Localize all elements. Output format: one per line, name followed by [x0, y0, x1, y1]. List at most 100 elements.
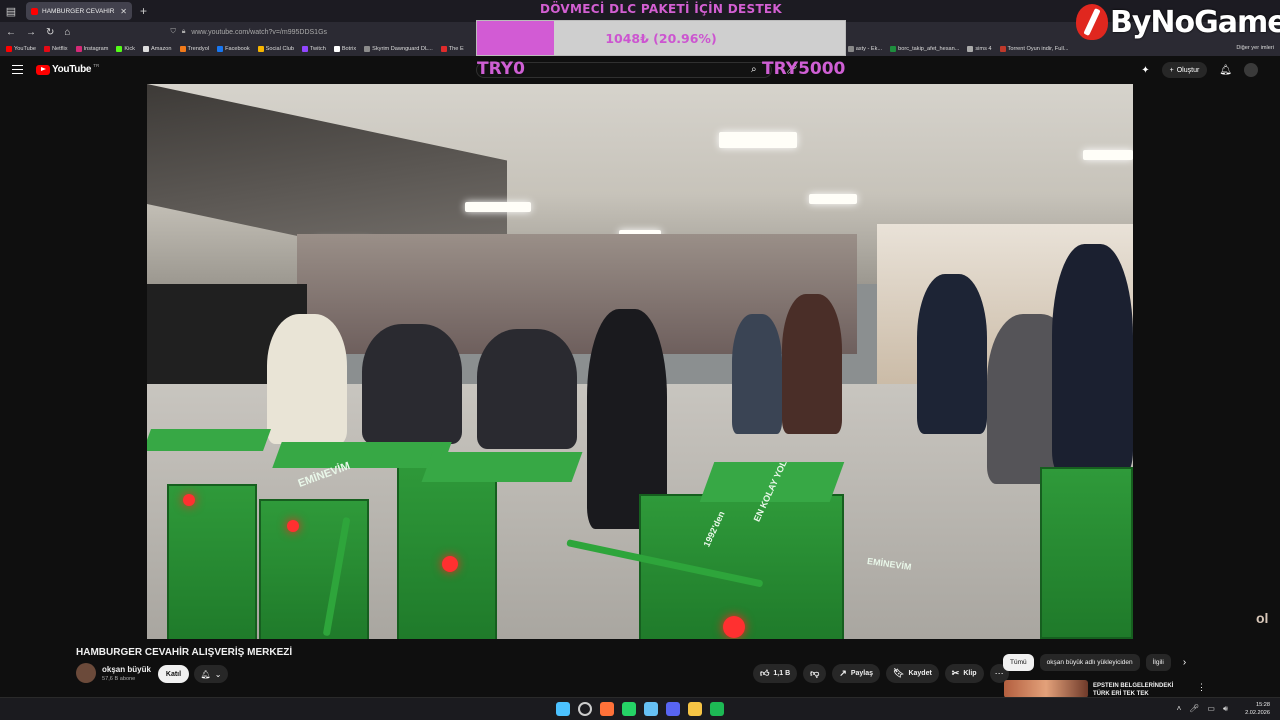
bookmark-favicon-icon — [142, 46, 149, 52]
turnstile — [1040, 467, 1133, 639]
bookmark-favicon-icon — [301, 46, 308, 52]
chevron-up-icon[interactable]: ˄ — [1177, 704, 1182, 714]
create-button[interactable]: + Oluştur — [1161, 62, 1208, 78]
tab-list-icon[interactable]: ▤ — [0, 0, 22, 22]
channel-name[interactable]: okşan büyük — [102, 665, 151, 674]
bookmark-item[interactable]: Trendyol — [179, 46, 210, 52]
video-title: HAMBURGER CEVAHİR ALIŞVERİŞ MERKEZİ — [76, 647, 293, 658]
subscription-bell-button[interactable]: 🔔︎ ⌄ — [194, 665, 228, 683]
whatsapp-icon[interactable] — [622, 702, 636, 716]
address-bar[interactable]: ⛉ 🔒︎ www.youtube.com/watch?v=/m995DDS1Gs — [170, 28, 327, 36]
spotify-icon[interactable] — [710, 702, 724, 716]
recommended-video-thumbnail[interactable] — [1004, 680, 1088, 698]
bookmark-label: Kick — [124, 46, 135, 52]
system-clock[interactable]: 15:28 2.02.2026 — [1245, 701, 1270, 717]
turnstile-top — [147, 429, 272, 451]
windows-icon[interactable] — [556, 702, 570, 716]
like-count: 1,1 B — [773, 670, 791, 677]
bookmark-favicon-icon — [217, 46, 224, 52]
bookmark-item[interactable]: borc_takip_afet_hesan... — [890, 46, 959, 52]
save-button[interactable]: 🔖︎ Kaydet — [886, 664, 939, 683]
search-icon[interactable] — [578, 702, 592, 716]
bookmark-item[interactable]: Torrent Oyun indir, Full... — [999, 46, 1068, 52]
browser-tab[interactable]: HAMBURGER CEVAHİR ALIŞVERİ ✕ — [26, 2, 132, 20]
bookmark-item[interactable]: Skyrim Dawnguard DL... — [364, 46, 433, 52]
bookmark-item[interactable]: Twitch — [301, 46, 326, 52]
donation-progress-bar: 1048₺ (20.96%) — [476, 20, 846, 56]
forward-icon[interactable]: → — [26, 27, 36, 38]
bynogame-logo-icon — [1076, 4, 1108, 40]
ceiling-light — [1083, 150, 1133, 160]
bookmark-item[interactable]: Kick — [116, 46, 135, 52]
bookmark-item[interactable]: Instagram — [75, 46, 109, 52]
share-button[interactable]: ↗ Paylaş — [832, 664, 881, 683]
ceiling-light — [719, 132, 797, 148]
close-tab-icon[interactable]: ✕ — [120, 7, 127, 16]
stop-light-icon — [723, 616, 745, 638]
turnstile — [167, 484, 257, 639]
volume-icon[interactable]: 🔊︎ — [1223, 704, 1228, 714]
donation-title: DÖVMECİ DLC PAKETİ İÇİN DESTEK — [539, 2, 783, 16]
clip-button[interactable]: ✂ Klip — [944, 664, 984, 683]
puzzle-icon[interactable]: ✦ — [1141, 65, 1149, 76]
scene-person — [362, 324, 462, 444]
scene-person — [917, 274, 987, 434]
new-tab-icon[interactable]: + — [140, 4, 147, 18]
steam-icon[interactable] — [644, 702, 658, 716]
bookmark-favicon-icon — [364, 46, 371, 52]
stream-logo: ByNoGame — [1076, 0, 1280, 44]
join-button[interactable]: Katıl — [158, 665, 189, 683]
bookmark-item[interactable]: Amazon — [142, 46, 172, 52]
network-icon[interactable]: ▭ — [1207, 704, 1215, 714]
share-icon: ↗ — [839, 668, 847, 678]
bookmark-item[interactable]: Facebook — [217, 46, 250, 52]
firefox-icon[interactable] — [600, 702, 614, 716]
bookmark-favicon-icon — [179, 46, 186, 52]
notifications-bell-icon[interactable]: 🔔︎ — [1219, 65, 1232, 76]
donation-goal-widget: DÖVMECİ DLC PAKETİ İÇİN DESTEK 1048₺ (20… — [476, 2, 846, 56]
home-icon[interactable]: ⌂ — [64, 27, 70, 38]
chip-from-uploader[interactable]: okşan büyük adlı yükleyiciden — [1039, 654, 1140, 671]
reload-icon[interactable]: ↻ — [46, 27, 54, 38]
bookmark-item[interactable]: The E — [440, 46, 464, 52]
bookmark-item[interactable]: asty - Ek... — [847, 46, 882, 52]
shield-icon[interactable]: ⛉ — [170, 28, 175, 36]
dislike-button[interactable]: 👎︎ — [803, 664, 827, 683]
chip-all[interactable]: Tümü — [1003, 654, 1034, 671]
youtube-logo[interactable]: YouTube TR — [36, 63, 100, 75]
stream-logo-text: ByNoGame — [1110, 4, 1280, 40]
recommended-video-menu-icon[interactable]: ⋮ — [1197, 682, 1206, 693]
bookmark-label: Amazon — [150, 46, 172, 52]
scene-person — [782, 294, 842, 434]
microphone-tray-icon[interactable]: 🎤︎ — [1189, 704, 1199, 714]
search-icon[interactable]: ⌕ — [751, 64, 757, 75]
video-player[interactable]: EMİNEVİM EMİNEVİM EN KOLAY YOL 1992'den — [147, 84, 1133, 639]
channel-avatar[interactable] — [76, 663, 96, 683]
bookmark-item[interactable]: Social Club — [257, 46, 294, 52]
bookmark-label: Twitch — [309, 46, 326, 52]
bookmark-label: Trendyol — [187, 46, 210, 52]
region-code: TR — [93, 63, 100, 68]
bookmark-label: Instagram — [83, 46, 109, 52]
clock-date: 2.02.2026 — [1245, 710, 1270, 716]
url-text[interactable]: www.youtube.com/watch?v=/m995DDS1Gs — [191, 29, 327, 36]
back-icon[interactable]: ← — [6, 27, 16, 38]
menu-icon[interactable] — [12, 65, 23, 74]
bookmark-item[interactable]: Netflix — [43, 46, 68, 52]
bookmark-item[interactable]: sims 4 — [967, 46, 992, 52]
other-bookmarks[interactable]: Diğer yer imleri — [1236, 45, 1274, 51]
ceiling-light — [809, 194, 857, 204]
discord-icon[interactable] — [666, 702, 680, 716]
windows-taskbar: ˄ 🎤︎ ▭ 🔊︎ 15:28 2.02.2026 — [0, 697, 1280, 720]
bookmark-item[interactable]: YouTube — [6, 46, 36, 52]
chip-related[interactable]: İlgili — [1145, 654, 1171, 671]
recommended-video-title[interactable]: EPSTEIN BELGELERİNDEKİ TÜRK ERİ TEK TEK — [1093, 682, 1183, 698]
chevron-right-icon[interactable]: › — [1183, 657, 1186, 668]
account-avatar[interactable] — [1244, 63, 1258, 77]
files-icon[interactable] — [688, 702, 702, 716]
bookmark-favicon-icon — [116, 46, 123, 52]
bookmark-favicon-icon — [257, 46, 264, 52]
bookmark-item[interactable]: Botrix — [333, 46, 356, 52]
like-button[interactable]: 👍︎ 1,1 B — [753, 664, 798, 683]
youtube-wordmark: YouTube — [52, 64, 92, 75]
